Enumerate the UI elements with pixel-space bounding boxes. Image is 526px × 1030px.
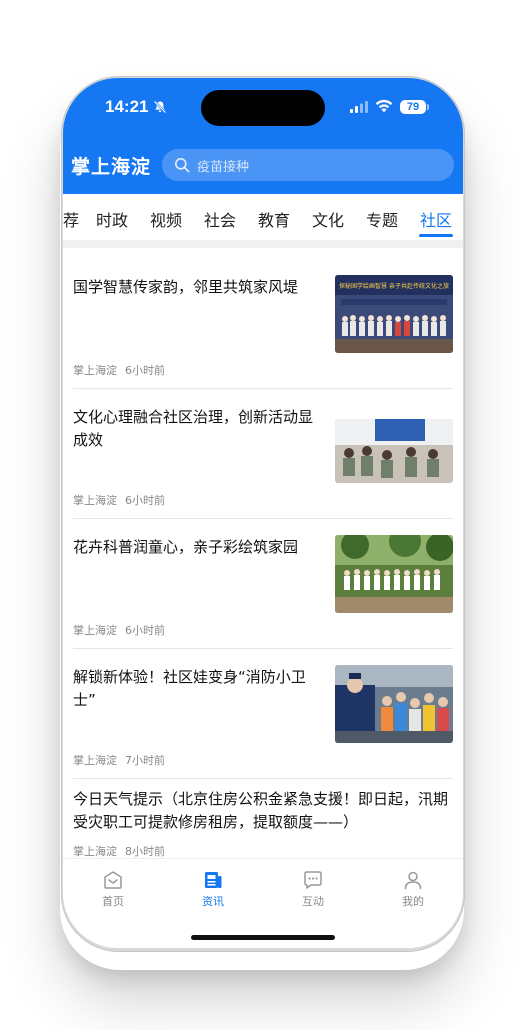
chat-icon <box>304 871 322 889</box>
wifi-icon <box>375 99 393 113</box>
section-divider <box>63 240 463 248</box>
signal-icon <box>350 101 368 113</box>
tab-topics[interactable]: 专题 <box>366 207 398 231</box>
search-icon <box>175 158 190 173</box>
tab-politics[interactable]: 时政 <box>96 207 128 231</box>
nav-home[interactable]: 首页 <box>83 869 143 909</box>
home-indicator[interactable] <box>191 935 335 940</box>
news-source: 掌上海淀 <box>73 845 117 858</box>
news-meta: 掌上海淀 6小时前 <box>73 492 165 508</box>
news-time: 6小时前 <box>125 624 165 637</box>
search-placeholder: 疫苗接种 <box>197 160 250 175</box>
category-tabs: 荐 时政 视频 社会 教育 文化 专题 社区 <box>63 194 463 240</box>
news-thumbnail <box>335 665 453 743</box>
battery-indicator: 79 <box>400 100 426 114</box>
news-time: 8小时前 <box>125 845 165 858</box>
news-source: 掌上海淀 <box>73 364 117 377</box>
app-title: 掌上海淀 <box>71 156 152 178</box>
news-title: 解锁新体验！社区娃变身“消防小卫士” <box>73 668 306 709</box>
news-meta: 掌上海淀 6小时前 <box>73 622 165 638</box>
app-screen: 14:21 79 掌上海淀 疫苗接种 荐 时政 视频 社会 教育 文化 专题 社… <box>63 78 463 948</box>
news-source: 掌上海淀 <box>73 624 117 637</box>
thumbnail-banner-text: 探秘国学绘画智慧 亲子共赴传统文化之旅 <box>339 282 449 290</box>
news-thumbnail <box>335 535 453 613</box>
home-icon <box>104 871 122 889</box>
nav-interact-label: 互动 <box>302 895 324 908</box>
news-list: 国学智慧传家韵，邻里共筑家风堤 掌上海淀 6小时前 探秘国学绘画智慧 亲子共赴传统… <box>63 248 463 858</box>
nav-interact[interactable]: 互动 <box>283 869 343 909</box>
bell-slash-icon <box>153 100 167 114</box>
nav-news[interactable]: 资讯 <box>183 869 243 909</box>
nav-profile-label: 我的 <box>402 895 424 908</box>
news-time: 6小时前 <box>125 364 165 377</box>
news-item[interactable]: 文化心理融合社区治理，创新活动显成效 掌上海淀 6小时前 <box>73 378 453 519</box>
news-time: 6小时前 <box>125 494 165 507</box>
news-meta: 掌上海淀 7小时前 <box>73 752 165 768</box>
news-item[interactable]: 国学智慧传家韵，邻里共筑家风堤 掌上海淀 6小时前 探秘国学绘画智慧 亲子共赴传统… <box>73 248 453 389</box>
news-item[interactable]: 今日天气提示（北京住房公积金紧急支援！即日起，汛期受灾职工可提款修房租房，提取额… <box>73 788 453 858</box>
tab-society[interactable]: 社会 <box>204 207 236 231</box>
news-title: 文化心理融合社区治理，创新活动显成效 <box>73 408 314 449</box>
search-bar[interactable]: 疫苗接种 <box>162 149 454 181</box>
news-title: 国学智慧传家韵，邻里共筑家风堤 <box>73 278 299 296</box>
news-item[interactable]: 花卉科普润童心，亲子彩绘筑家园 掌上海淀 6小时前 <box>73 508 453 649</box>
news-source: 掌上海淀 <box>73 494 117 507</box>
dynamic-island <box>201 90 325 126</box>
nav-news-label: 资讯 <box>202 895 224 908</box>
tab-culture[interactable]: 文化 <box>312 207 344 231</box>
item-divider <box>73 778 453 779</box>
news-title: 今日天气提示（北京住房公积金紧急支援！即日起，汛期受灾职工可提款修房租房，提取额… <box>73 790 449 831</box>
tab-education[interactable]: 教育 <box>258 207 290 231</box>
active-tab-indicator <box>419 234 453 237</box>
news-thumbnail: 探秘国学绘画智慧 亲子共赴传统文化之旅 <box>335 275 453 353</box>
news-title: 花卉科普润童心，亲子彩绘筑家园 <box>73 538 299 556</box>
battery-tip <box>427 104 429 110</box>
tab-community[interactable]: 社区 <box>420 207 452 231</box>
news-icon <box>205 872 222 888</box>
news-source: 掌上海淀 <box>73 754 117 767</box>
nav-home-label: 首页 <box>102 895 124 908</box>
tab-video[interactable]: 视频 <box>150 207 182 231</box>
news-meta: 掌上海淀 8小时前 <box>73 843 453 858</box>
status-time: 14:21 <box>105 97 149 116</box>
news-time: 7小时前 <box>125 754 165 767</box>
news-meta: 掌上海淀 6小时前 <box>73 362 165 378</box>
device-mockup: 14:21 79 掌上海淀 疫苗接种 荐 时政 视频 社会 教育 文化 专题 社… <box>0 0 526 1030</box>
app-header: 14:21 79 掌上海淀 疫苗接种 <box>63 78 463 194</box>
news-thumbnail <box>335 405 453 483</box>
nav-profile[interactable]: 我的 <box>383 869 443 909</box>
profile-icon <box>404 871 422 890</box>
news-item[interactable]: 解锁新体验！社区娃变身“消防小卫士” 掌上海淀 7小时前 <box>73 638 453 779</box>
tab-recommend[interactable]: 荐 <box>63 207 79 231</box>
